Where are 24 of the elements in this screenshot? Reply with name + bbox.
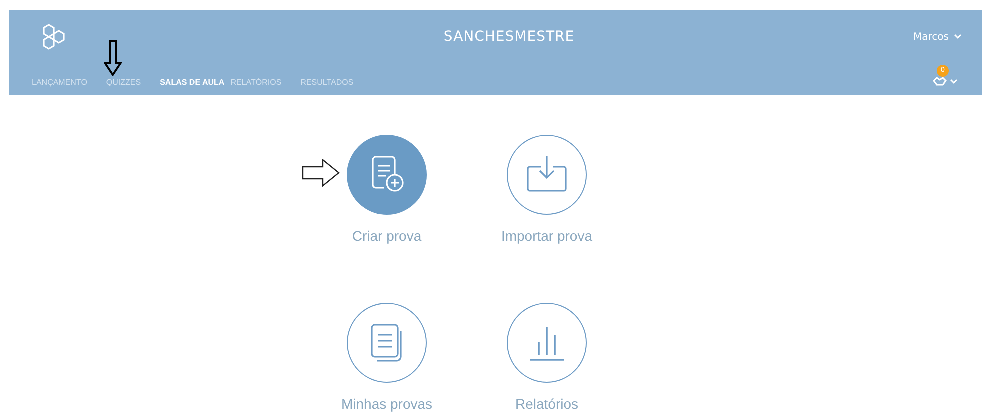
hexagon-logo-icon[interactable] [43,24,65,50]
tile-label: Importar prova [501,229,593,244]
nav-tab[interactable]: QUIZZES [103,76,144,89]
nav-tab[interactable]: RESULTADOS [298,76,357,89]
menu-tile[interactable]: Relatórios [467,303,627,418]
nav-tab[interactable]: RELATÓRIOS [228,76,285,89]
tile-label: Relatórios [515,397,579,412]
down-arrow-icon [104,40,122,76]
chevron-down-icon [950,78,958,84]
tile-label: Criar prova [352,229,422,244]
menu-tile[interactable]: Minhas provas [307,303,467,418]
chevron-down-icon [954,34,962,40]
documents-icon [369,323,405,363]
download-tray-icon [525,155,569,195]
bar-chart-icon [527,325,567,361]
menu-tile[interactable]: Importar prova [467,135,627,287]
tile-label: Minhas provas [341,397,433,412]
app-title: SANCHESMESTRE [444,29,575,45]
nav-tab[interactable]: SALAS DE AULA [157,76,228,89]
handshake-icon [933,76,947,86]
user-menu[interactable]: Marcos [914,32,962,42]
menu-tile[interactable]: Criar prova [307,135,467,287]
right-arrow-icon [302,159,340,187]
nav-tab[interactable]: LANÇAMENTO [29,76,90,89]
